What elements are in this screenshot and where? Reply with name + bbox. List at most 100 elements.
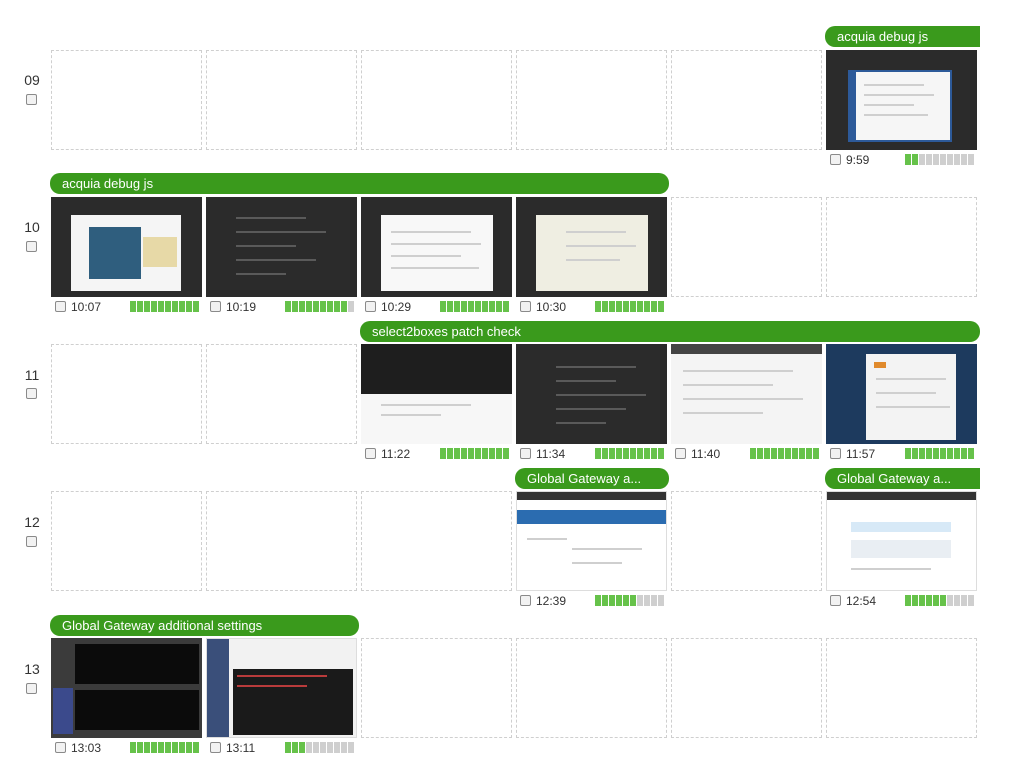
activity-segment [158, 301, 164, 312]
activity-segment [496, 448, 502, 459]
hour-checkbox[interactable] [26, 536, 37, 547]
activity-segment [968, 595, 974, 606]
activity-segment [954, 154, 960, 165]
activity-segment [475, 301, 481, 312]
session-bar[interactable]: Global Gateway a... [515, 468, 669, 489]
screenshot-time: 10:19 [226, 300, 257, 314]
screenshot-checkbox[interactable] [675, 448, 686, 459]
activity-meter [905, 448, 974, 459]
activity-meter [130, 301, 199, 312]
activity-segment [285, 301, 291, 312]
empty-slot [51, 491, 202, 591]
activity-segment [961, 154, 967, 165]
activity-segment [623, 448, 629, 459]
screenshot-checkbox[interactable] [830, 448, 841, 459]
screenshot-checkbox[interactable] [365, 301, 376, 312]
screenshot-checkbox[interactable] [520, 595, 531, 606]
activity-segment [313, 742, 319, 753]
screenshot-thumbnail[interactable] [206, 638, 357, 738]
activity-segment [440, 448, 446, 459]
activity-segment [447, 448, 453, 459]
activity-segment [482, 448, 488, 459]
activity-segment [137, 301, 143, 312]
activity-segment [306, 301, 312, 312]
session-bar[interactable]: Global Gateway a... [825, 468, 980, 489]
session-bar[interactable]: acquia debug js [825, 26, 980, 47]
activity-segment [954, 595, 960, 606]
screenshot-thumbnail[interactable] [516, 197, 667, 297]
hour-checkbox[interactable] [26, 683, 37, 694]
session-bar[interactable]: Global Gateway additional settings [50, 615, 359, 636]
activity-segment [947, 595, 953, 606]
screenshot-thumbnail[interactable] [361, 344, 512, 444]
activity-segment [151, 742, 157, 753]
activity-segment [158, 742, 164, 753]
screenshot-checkbox[interactable] [520, 448, 531, 459]
screenshot-thumbnail[interactable] [516, 344, 667, 444]
activity-segment [792, 448, 798, 459]
activity-segment [151, 301, 157, 312]
screenshot-thumbnail[interactable] [206, 197, 357, 297]
activity-segment [475, 448, 481, 459]
activity-segment [595, 595, 601, 606]
screenshot-thumbnail[interactable] [826, 50, 977, 150]
activity-segment [926, 595, 932, 606]
empty-slot [51, 344, 202, 444]
hour-checkbox[interactable] [26, 241, 37, 252]
screenshot-checkbox[interactable] [210, 742, 221, 753]
screenshot-thumbnail[interactable] [826, 491, 977, 591]
activity-segment [179, 301, 185, 312]
activity-segment [179, 742, 185, 753]
screenshot-checkbox[interactable] [210, 301, 221, 312]
screenshot-checkbox[interactable] [55, 742, 66, 753]
activity-segment [799, 448, 805, 459]
screenshot-checkbox[interactable] [830, 595, 841, 606]
activity-segment [292, 742, 298, 753]
screenshot-checkbox[interactable] [55, 301, 66, 312]
activity-segment [919, 448, 925, 459]
screenshot-thumbnail[interactable] [671, 344, 822, 444]
screenshot-checkbox[interactable] [830, 154, 841, 165]
activity-segment [919, 154, 925, 165]
screenshot-checkbox[interactable] [520, 301, 531, 312]
hour-checkbox[interactable] [26, 94, 37, 105]
activity-segment [623, 301, 629, 312]
activity-segment [334, 742, 340, 753]
screenshot-meta: 10:19 [210, 300, 356, 314]
activity-segment [137, 742, 143, 753]
activity-segment [919, 595, 925, 606]
activity-segment [926, 448, 932, 459]
screenshot-thumbnail[interactable] [51, 638, 202, 738]
activity-segment [193, 301, 199, 312]
hour-label: 13 [24, 661, 40, 677]
activity-meter [595, 301, 664, 312]
hour-label: 09 [24, 72, 40, 88]
activity-segment [630, 595, 636, 606]
screenshot-thumbnail[interactable] [361, 197, 512, 297]
screenshot-meta: 12:39 [520, 594, 666, 608]
activity-segment [637, 301, 643, 312]
activity-segment [454, 448, 460, 459]
screenshot-meta: 10:29 [365, 300, 511, 314]
screenshot-thumbnail[interactable] [516, 491, 667, 591]
activity-segment [292, 301, 298, 312]
activity-segment [602, 448, 608, 459]
empty-slot [206, 344, 357, 444]
hour-checkbox[interactable] [26, 388, 37, 399]
screenshot-time: 13:03 [71, 741, 102, 755]
screenshot-checkbox[interactable] [365, 448, 376, 459]
activity-segment [468, 448, 474, 459]
activity-segment [658, 301, 664, 312]
activity-segment [947, 448, 953, 459]
activity-meter [595, 448, 664, 459]
screenshot-thumbnail[interactable] [51, 197, 202, 297]
activity-segment [954, 448, 960, 459]
activity-segment [905, 595, 911, 606]
session-bar[interactable]: select2boxes patch check [360, 321, 980, 342]
activity-segment [461, 301, 467, 312]
activity-segment [912, 154, 918, 165]
session-bar[interactable]: acquia debug js [50, 173, 669, 194]
activity-segment [193, 742, 199, 753]
screenshot-time: 11:40 [691, 447, 721, 461]
screenshot-thumbnail[interactable] [826, 344, 977, 444]
